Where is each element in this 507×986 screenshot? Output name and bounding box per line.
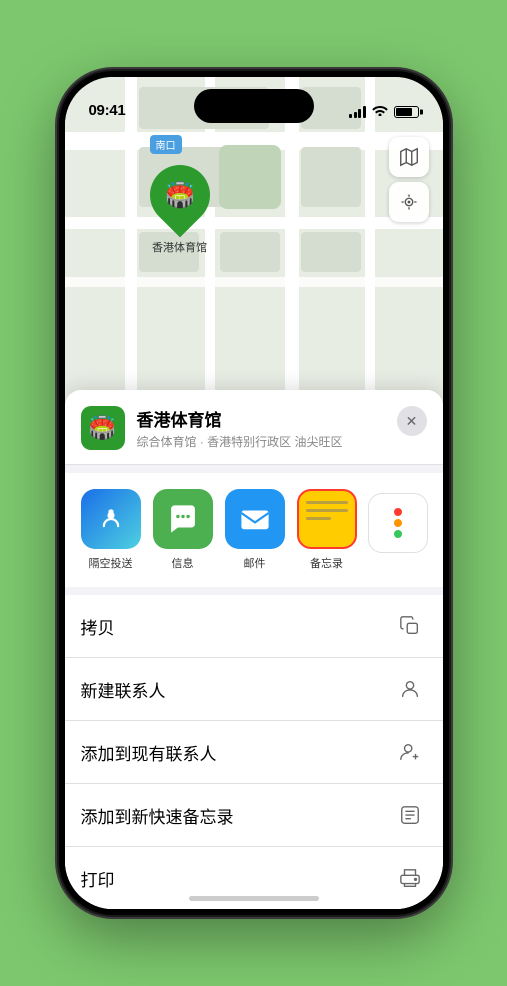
message-label: 信息: [172, 555, 194, 571]
action-quick-note[interactable]: 添加到新快速备忘录: [65, 784, 443, 847]
home-indicator: [189, 896, 319, 901]
action-new-contact[interactable]: 新建联系人: [65, 658, 443, 721]
mail-icon: [225, 489, 285, 549]
place-icon: 🏟️: [81, 406, 125, 450]
signal-bars: [349, 106, 366, 118]
action-copy-label: 拷贝: [81, 614, 115, 639]
print-icon: [393, 861, 427, 895]
add-existing-icon: [393, 735, 427, 769]
action-new-contact-label: 新建联系人: [81, 677, 166, 702]
battery-icon: [394, 106, 419, 118]
location-pin: 🏟️ 香港体育馆: [145, 165, 215, 255]
share-item-notes[interactable]: 备忘录: [297, 489, 357, 571]
airdrop-icon: [81, 489, 141, 549]
share-more[interactable]: [369, 489, 427, 553]
status-time: 09:41: [89, 102, 126, 119]
place-header: 🏟️ 香港体育馆 综合体育馆 · 香港特别行政区 油尖旺区 ✕: [65, 390, 443, 465]
share-row: 隔空投送 信息: [65, 473, 443, 587]
map-controls: [389, 137, 429, 222]
place-info: 香港体育馆 综合体育馆 · 香港特别行政区 油尖旺区: [137, 406, 385, 450]
phone-screen: 09:41 南口: [65, 77, 443, 909]
action-add-existing[interactable]: 添加到现有联系人: [65, 721, 443, 784]
map-location-label: 南口: [150, 135, 182, 154]
location-button[interactable]: [389, 182, 429, 222]
message-icon: [153, 489, 213, 549]
pin-label: 香港体育馆: [145, 239, 215, 255]
place-name: 香港体育馆: [137, 406, 385, 431]
more-icon: [368, 493, 428, 553]
action-copy[interactable]: 拷贝: [65, 595, 443, 658]
share-item-mail[interactable]: 邮件: [225, 489, 285, 571]
mail-label: 邮件: [244, 555, 266, 571]
dynamic-island: [194, 89, 314, 123]
status-icons: [349, 104, 419, 119]
action-print-label: 打印: [81, 866, 115, 891]
quick-note-icon: [393, 798, 427, 832]
copy-icon: [393, 609, 427, 643]
action-list: 拷贝 新建联系人: [65, 595, 443, 909]
action-quick-note-label: 添加到新快速备忘录: [81, 803, 234, 828]
share-item-airdrop[interactable]: 隔空投送: [81, 489, 141, 571]
notes-icon: [297, 489, 357, 549]
wifi-icon: [372, 104, 388, 119]
share-item-message[interactable]: 信息: [153, 489, 213, 571]
new-contact-icon: [393, 672, 427, 706]
phone-frame: 09:41 南口: [59, 71, 449, 915]
bottom-sheet: 🏟️ 香港体育馆 综合体育馆 · 香港特别行政区 油尖旺区 ✕: [65, 390, 443, 909]
place-subtitle: 综合体育馆 · 香港特别行政区 油尖旺区: [137, 433, 385, 450]
airdrop-label: 隔空投送: [89, 555, 133, 571]
map-type-button[interactable]: [389, 137, 429, 177]
action-add-existing-label: 添加到现有联系人: [81, 740, 217, 765]
close-button[interactable]: ✕: [397, 406, 427, 436]
notes-label: 备忘录: [310, 555, 343, 571]
